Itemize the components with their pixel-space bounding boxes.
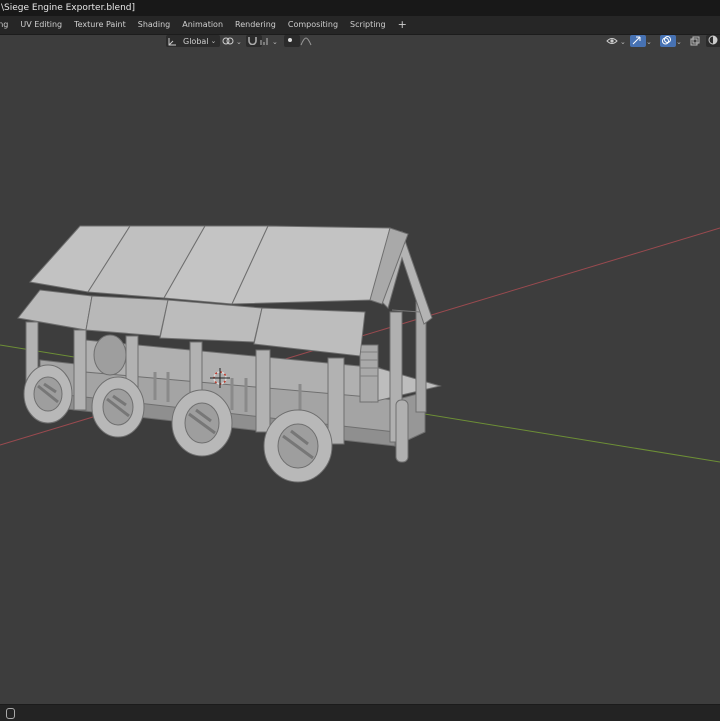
viewport-canvas[interactable] xyxy=(0,50,720,704)
chevron-down-icon: ⌄ xyxy=(210,37,217,45)
snap-magnet-icon xyxy=(248,36,257,47)
chevron-down-icon: ⌄ xyxy=(236,38,242,46)
proportional-dot-icon xyxy=(286,36,294,46)
wheel xyxy=(263,409,333,483)
wheel xyxy=(171,389,233,457)
tab-compositing[interactable]: Compositing xyxy=(282,16,344,34)
tab-texture-paint[interactable]: Texture Paint xyxy=(68,16,132,34)
snap-target-dropdown[interactable]: ⌄ xyxy=(260,35,278,49)
xray-icon xyxy=(690,36,700,48)
snap-increment-icon xyxy=(260,37,270,48)
shading-solid-icon xyxy=(708,35,718,47)
gizmo-toggle[interactable] xyxy=(630,35,646,47)
tab-shading[interactable]: Shading xyxy=(132,16,177,34)
chevron-down-icon[interactable]: ⌄ xyxy=(646,35,652,49)
window-title: \Siege Engine Exporter.blend] xyxy=(1,3,136,13)
roof-lower-right xyxy=(253,307,366,357)
tab-uv-editing[interactable]: UV Editing xyxy=(14,16,68,34)
shading-solid-button[interactable] xyxy=(706,35,720,47)
wheel xyxy=(91,376,145,438)
mouse-icon xyxy=(6,708,15,719)
chevron-down-icon: ⌄ xyxy=(620,38,626,46)
xray-toggle[interactable] xyxy=(690,35,700,49)
visibility-dropdown[interactable]: ⌄ xyxy=(606,35,626,49)
chevron-down-icon[interactable]: ⌄ xyxy=(676,35,682,49)
falloff-dropdown[interactable] xyxy=(300,35,312,49)
overlay-icon xyxy=(662,35,671,47)
tab-animation[interactable]: Animation xyxy=(176,16,229,34)
title-bar: \Siege Engine Exporter.blend] xyxy=(0,0,720,16)
falloff-curve-icon xyxy=(300,36,312,48)
siege-engine-mesh[interactable] xyxy=(17,225,442,483)
tab-modeling[interactable]: ing xyxy=(0,16,14,34)
add-workspace-button[interactable]: + xyxy=(392,16,413,34)
wheel xyxy=(23,364,73,424)
overlay-toggle[interactable] xyxy=(660,35,676,47)
transform-orientation-label: Global xyxy=(183,36,209,46)
3d-viewport[interactable] xyxy=(0,50,720,704)
status-bar xyxy=(0,704,720,721)
gizmo-icon xyxy=(632,36,641,47)
tab-rendering[interactable]: Rendering xyxy=(229,16,282,34)
transform-orientation-dropdown[interactable]: Global ⌄ xyxy=(166,35,220,47)
proportional-editing-toggle[interactable] xyxy=(284,35,300,47)
orientation-axes-icon xyxy=(168,37,177,46)
workspace-tabs: ing UV Editing Texture Paint Shading Ani… xyxy=(0,16,720,35)
viewport-header: Global ⌄ ⌄ ⌄ ⌄ ⌄ ⌄ xyxy=(0,35,720,49)
pivot-link-icon xyxy=(222,36,234,48)
pivot-point-dropdown[interactable]: ⌄ xyxy=(222,35,242,49)
roof-lower-mid-1 xyxy=(85,295,169,337)
chevron-down-icon: ⌄ xyxy=(272,38,278,46)
roof-lower-mid-2 xyxy=(159,299,263,343)
visibility-eye-icon xyxy=(606,36,618,48)
tab-scripting[interactable]: Scripting xyxy=(344,16,392,34)
